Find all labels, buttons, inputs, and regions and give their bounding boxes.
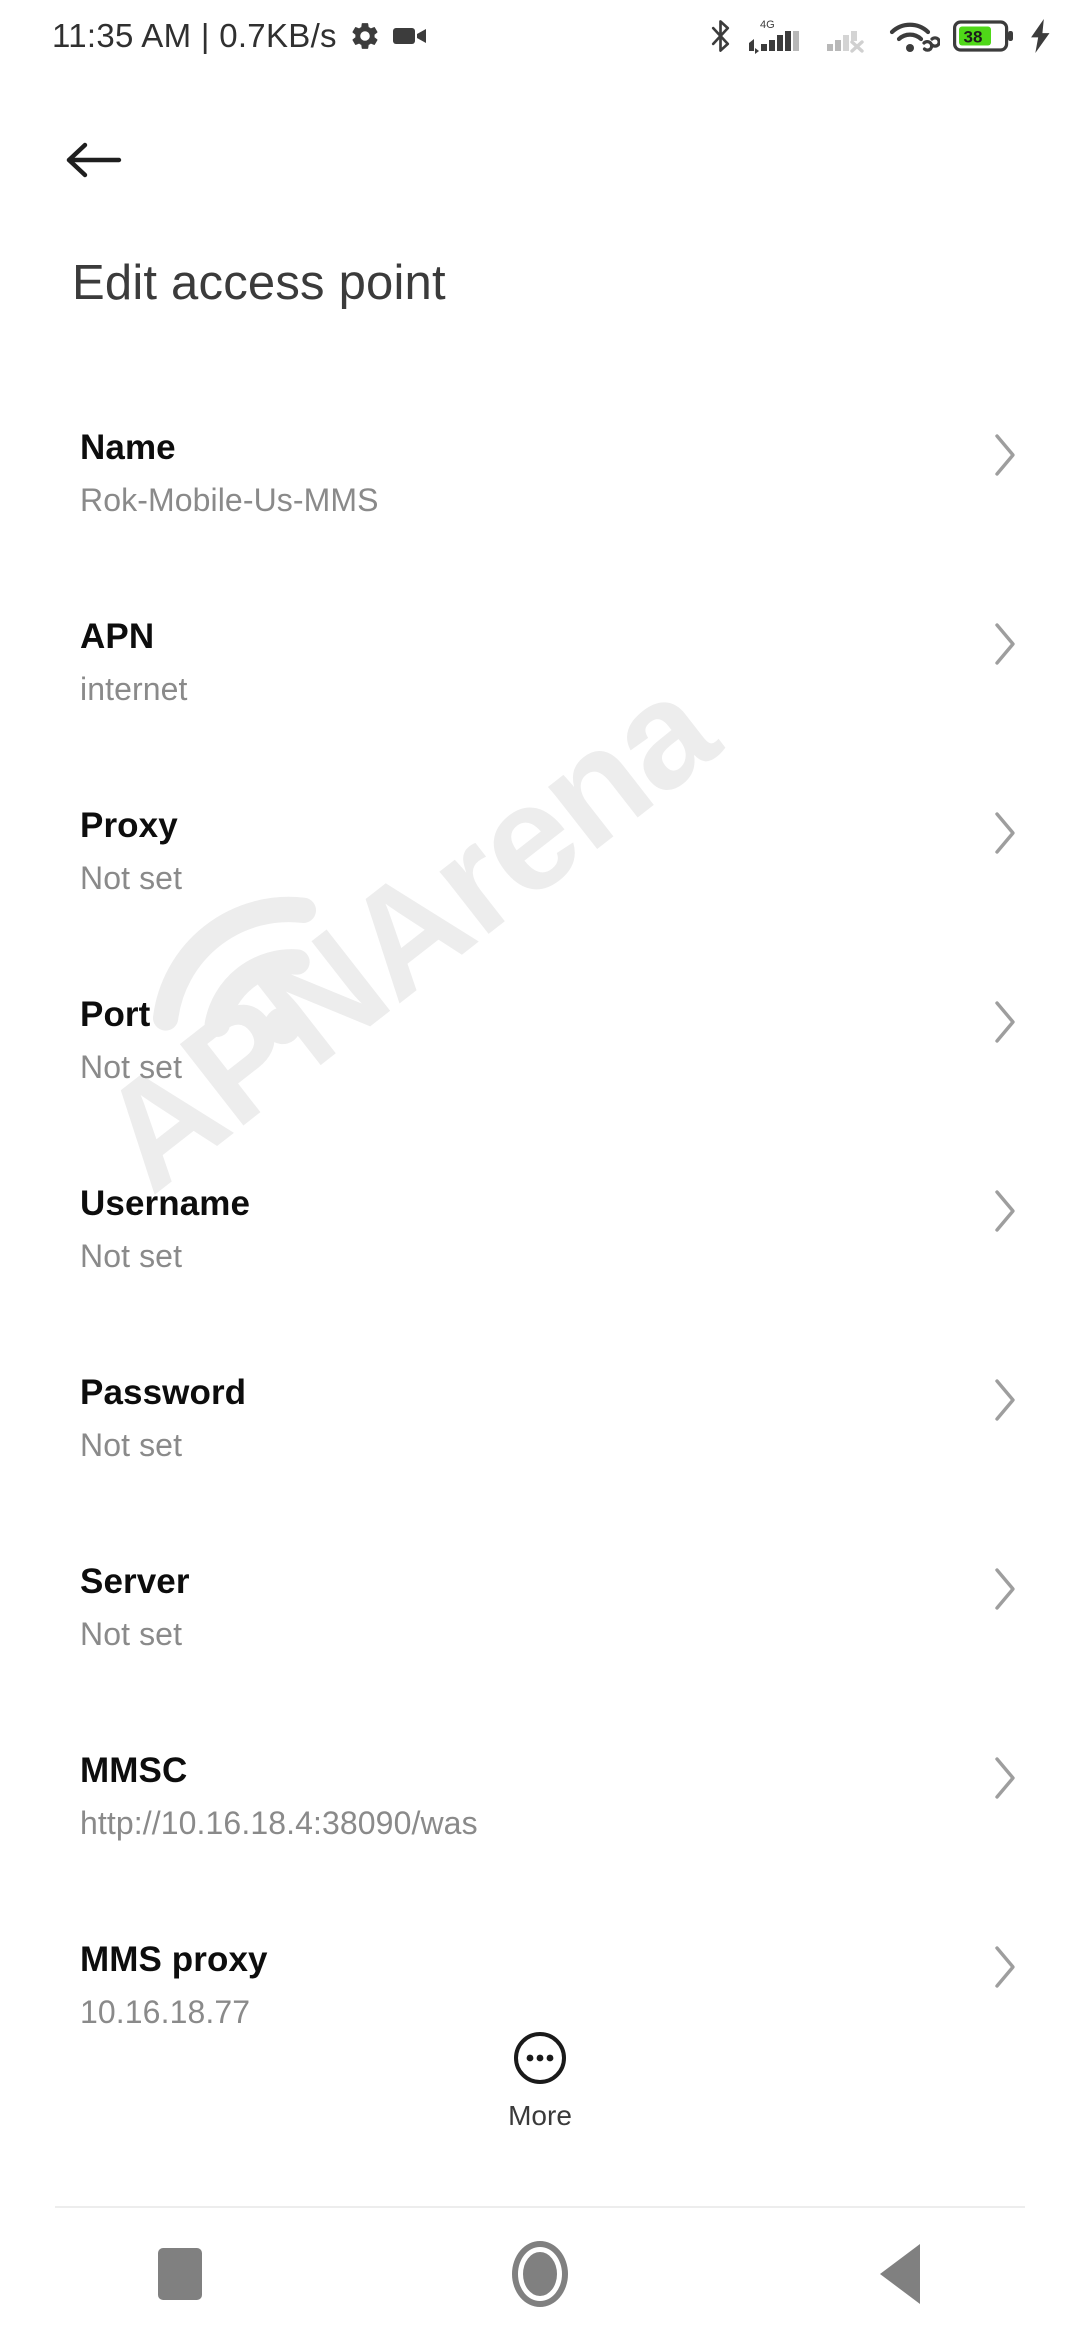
list-item-label: MMSC bbox=[80, 1751, 188, 1790]
more-dots-icon bbox=[514, 2032, 566, 2084]
status-clock: 11:35 AM | 0.7KB/s bbox=[52, 17, 337, 54]
home-circle-icon bbox=[512, 2241, 568, 2307]
list-item-label: Password bbox=[80, 1373, 247, 1412]
bluetooth-icon bbox=[711, 20, 730, 52]
list-item-value: Rok-Mobile-Us-MMS bbox=[80, 482, 379, 518]
list-item-value: Not set bbox=[80, 1427, 183, 1463]
list-item[interactable]: Proxy Not set bbox=[0, 788, 1080, 977]
svg-text:4G: 4G bbox=[760, 19, 775, 31]
list-item-value: http://10.16.18.4:38090/was bbox=[80, 1805, 478, 1841]
chevron-right-icon bbox=[995, 1001, 1015, 1043]
list-item-label: Name bbox=[80, 428, 176, 467]
wifi-link-icon bbox=[889, 22, 940, 52]
chevron-right-icon bbox=[995, 1946, 1015, 1988]
chevron-right-icon bbox=[995, 1757, 1015, 1799]
chevron-right-icon bbox=[995, 434, 1015, 476]
nav-recents-button[interactable] bbox=[95, 2208, 265, 2340]
list-item-value: Not set bbox=[80, 1238, 183, 1274]
phone-screen: APNArena 11:35 AM | 0.7KB/s 4G 38 Edit a… bbox=[0, 0, 1080, 2340]
battery-percent-label: 38 bbox=[964, 28, 983, 47]
more-button[interactable]: More bbox=[0, 2030, 1080, 2132]
signal-4g-icon: 4G bbox=[749, 19, 799, 54]
list-item-label: Server bbox=[80, 1562, 190, 1601]
list-item[interactable]: MMSC http://10.16.18.4:38090/was bbox=[0, 1733, 1080, 1922]
battery-icon: 38 bbox=[953, 20, 1013, 52]
nav-back-button[interactable] bbox=[815, 2208, 985, 2340]
back-arrow-icon bbox=[66, 142, 122, 178]
list-item-value: Not set bbox=[80, 1616, 183, 1652]
list-item-value: Not set bbox=[80, 1049, 183, 1085]
status-bar: 11:35 AM | 0.7KB/s 4G 38 bbox=[0, 0, 1080, 72]
chevron-right-icon bbox=[995, 1190, 1015, 1232]
charging-bolt-icon bbox=[1031, 19, 1050, 53]
list-item[interactable]: APN internet bbox=[0, 599, 1080, 788]
list-item-label: APN bbox=[80, 617, 155, 656]
signal-sim2-off-icon bbox=[827, 31, 864, 53]
list-item-label: Port bbox=[80, 995, 151, 1034]
list-item-value: Not set bbox=[80, 860, 183, 896]
list-item[interactable]: Username Not set bbox=[0, 1166, 1080, 1355]
list-item-label: Proxy bbox=[80, 806, 178, 845]
status-bar-right: 4G 38 bbox=[708, 17, 1054, 55]
navigation-bar bbox=[0, 2208, 1080, 2340]
list-item-value: internet bbox=[80, 671, 188, 707]
status-bar-left: 11:35 AM | 0.7KB/s bbox=[52, 17, 427, 55]
list-item[interactable]: Port Not set bbox=[0, 977, 1080, 1166]
settings-list: Name Rok-Mobile-Us-MMS APN internet Prox… bbox=[0, 410, 1080, 2111]
list-item-value: 10.16.18.77 bbox=[80, 1994, 251, 2030]
page-title: Edit access point bbox=[72, 256, 446, 310]
list-item-label: Username bbox=[80, 1184, 251, 1223]
video-camera-icon bbox=[392, 28, 426, 44]
recents-square-icon bbox=[158, 2248, 202, 2300]
gear-icon bbox=[352, 23, 378, 49]
list-item[interactable]: Password Not set bbox=[0, 1355, 1080, 1544]
nav-home-button[interactable] bbox=[455, 2208, 625, 2340]
chevron-right-icon bbox=[995, 623, 1015, 665]
back-triangle-icon bbox=[880, 2244, 920, 2304]
chevron-right-icon bbox=[995, 1379, 1015, 1421]
chevron-right-icon bbox=[995, 812, 1015, 854]
more-label: More bbox=[508, 2100, 572, 2131]
back-button[interactable] bbox=[52, 118, 136, 202]
list-item[interactable]: Name Rok-Mobile-Us-MMS bbox=[0, 410, 1080, 599]
list-item-label: MMS proxy bbox=[80, 1940, 268, 1979]
chevron-right-icon bbox=[995, 1568, 1015, 1610]
list-item[interactable]: Server Not set bbox=[0, 1544, 1080, 1733]
